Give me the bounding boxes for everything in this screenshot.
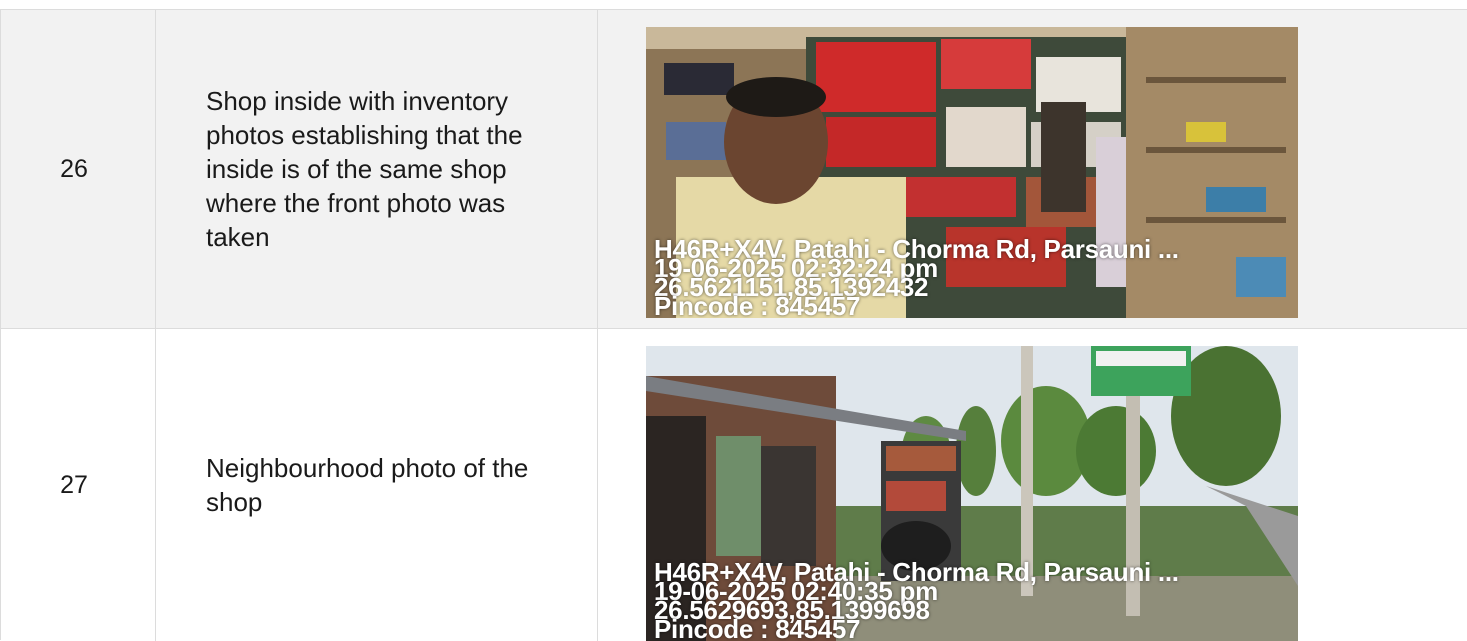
description-cell: Neighbourhood photo of the shop (156, 329, 598, 641)
description-cell: Shop inside with inventory photos establ… (156, 10, 598, 328)
description-text: Shop inside with inventory photos establ… (206, 86, 523, 252)
serial-number-cell: 27 (1, 329, 156, 641)
geotag-overlay: H46R+X4V, Patahi - Chorma Rd, Parsauni .… (654, 559, 1179, 641)
table-row: 26 Shop inside with inventory photos est… (1, 10, 1467, 329)
serial-number: 27 (60, 470, 88, 499)
serial-number: 26 (60, 154, 88, 183)
description-text: Neighbourhood photo of the shop (206, 453, 529, 517)
photo-cell: H46R+X4V, Patahi - Chorma Rd, Parsauni .… (598, 10, 1467, 328)
photo-cell: H46R+X4V, Patahi - Chorma Rd, Parsauni .… (598, 329, 1467, 641)
table-row: 27 Neighbourhood photo of the shop H46R+… (1, 329, 1467, 641)
shop-inside-photo: H46R+X4V, Patahi - Chorma Rd, Parsauni .… (646, 27, 1298, 318)
serial-number-cell: 26 (1, 10, 156, 328)
geotag-overlay: H46R+X4V, Patahi - Chorma Rd, Parsauni .… (654, 236, 1179, 318)
photo-table: 26 Shop inside with inventory photos est… (0, 9, 1467, 641)
neighbourhood-photo: H46R+X4V, Patahi - Chorma Rd, Parsauni .… (646, 346, 1298, 641)
